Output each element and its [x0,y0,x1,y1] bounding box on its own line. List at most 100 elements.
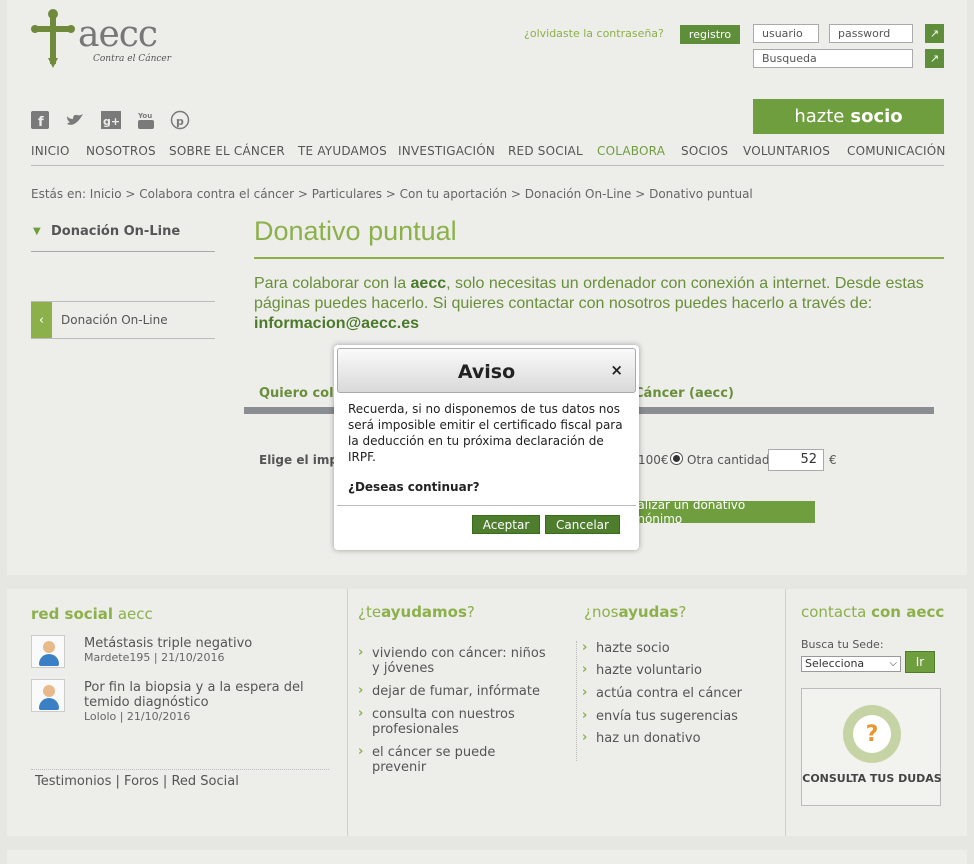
dotted-divider [31,769,329,770]
list-item[interactable]: actúa contra el cáncer [582,685,742,701]
googleplus-icon[interactable]: g+ [101,110,121,130]
login-go-button[interactable]: ↗ [925,24,944,43]
nav-socios[interactable]: SOCIOS [681,144,728,158]
facebook-icon[interactable]: f [31,110,49,130]
list-item[interactable]: haz un donativo [582,730,701,746]
red-social-links[interactable]: Testimonios | Foros | Red Social [35,774,239,789]
nos-ayudas-pre: ¿nos [584,603,619,621]
nav-te-ayudamos[interactable]: TE AYUDAMOS [298,144,387,158]
socio-label: socio [850,106,903,127]
red-social-head-bold: red social [31,605,114,623]
dialog-title: Aviso [457,360,516,383]
question-icon: ? [843,705,901,763]
logo-subtitle: Contra el Cáncer [93,54,172,64]
youtube-icon[interactable]: You [137,110,155,130]
intro-pre: Para colaborar con la [254,275,411,292]
footer-divider [785,589,786,836]
nav-investigacion[interactable]: INVESTIGACIÓN [398,144,495,158]
svg-text:g+: g+ [103,115,120,128]
avatar [31,635,65,668]
svg-text:You: You [137,112,152,120]
sede-select-value: Selecciona [805,657,865,670]
triangle-down-icon: ▼ [33,226,41,237]
dialog-question: ¿Deseas continuar? [348,480,480,494]
elige-label: Elige el imp [259,453,338,467]
chevron-left-icon: ‹ [31,302,52,338]
post-title[interactable]: Metástasis triple negativo [84,636,252,651]
hazte-socio-button[interactable]: hazte socio [753,99,944,134]
accept-button[interactable]: Aceptar [472,515,540,534]
list-item[interactable]: envía tus sugerencias [582,708,738,724]
list-item[interactable]: hazte voluntario [582,662,702,678]
importe-100-label: 100€ [638,453,669,467]
nav-red-social[interactable]: RED SOCIAL [508,144,583,158]
twitter-icon[interactable] [64,110,86,130]
contacta-heading: contacta con aecc [801,603,944,621]
bottom-strip [7,850,967,864]
nav-nosotros[interactable]: NOSOTROS [86,144,156,158]
red-social-heading: red social aecc [31,605,153,623]
nav-colabora[interactable]: COLABORA [597,144,665,158]
register-button[interactable]: registro [680,25,740,44]
nav-comunicacion[interactable]: COMUNICACIÓN [847,144,946,158]
dialog-divider [337,505,636,506]
hazte-label: hazte [794,106,845,127]
nav-sobre-el-cancer[interactable]: SOBRE EL CÁNCER [169,144,285,158]
footer-dotted-divider [576,641,577,761]
cancel-button[interactable]: Cancelar [545,515,620,534]
otra-cantidad-radio[interactable] [670,452,683,465]
title-divider [254,257,944,259]
list-item[interactable]: dejar de fumar, infórmate [358,683,548,699]
logo-text: aecc [78,14,158,55]
quiero-heading-right: Cáncer (aecc) [634,386,734,401]
sidebar-item-donacion[interactable]: ‹ Donación On-Line [31,301,215,339]
question-glyph: ? [853,715,891,753]
password-field[interactable]: password [829,24,913,43]
nos-ayudas-heading: ¿nosayudas? [584,603,686,621]
currency-label: € [829,453,837,467]
consulta-dudas-label: CONSULTA TUS DUDAS [802,772,942,785]
search-input[interactable]: Busqueda [753,49,913,68]
list-item[interactable]: el cáncer se puede prevenir [358,744,548,775]
email-link[interactable]: informacion@aecc.es [254,315,419,332]
te-ayudamos-heading: ¿teayudamos? [358,603,475,621]
sidebar-title[interactable]: ▼ Donación On-Line [31,224,215,252]
username-field[interactable]: usuario [753,24,819,43]
intro-bold: aecc [410,275,447,292]
list-item[interactable]: consulta con nuestros profesionales [358,706,548,737]
consulta-dudas-box[interactable]: ? CONSULTA TUS DUDAS [801,688,942,806]
sidebar-title-label: Donación On-Line [51,224,181,239]
nos-ayudas-bold: ayudas [618,603,679,621]
contacta-bold: con aecc [871,603,945,621]
list-item[interactable]: hazte socio [582,640,670,656]
list-item[interactable]: viviendo con cáncer: niños y jóvenes [358,645,548,676]
te-ayudamos-post: ? [466,603,475,621]
page-title: Donativo puntual [254,216,457,246]
otra-cantidad-label: Otra cantidad [687,453,770,467]
sidebar-item-label: Donación On-Line [61,313,168,327]
forgot-password-link[interactable]: ¿olvidaste la contraseña? [524,27,664,40]
close-icon[interactable]: × [610,361,623,379]
ir-button[interactable]: Ir [905,651,935,673]
anonymous-donation-button[interactable]: ealizar un donativo anónimo [630,498,815,526]
red-social-head-small: aecc [117,605,153,623]
contacta-pre: contacta [801,603,867,621]
footer-divider [347,589,348,836]
post-meta: Mardete195 | 21/10/2016 [84,651,225,664]
sede-select[interactable]: Selecciona ⌵ [801,656,901,672]
breadcrumb: Estás en: Inicio > Colabora contra el cá… [31,187,753,201]
dialog-message: Recuerda, si no disponemos de tus datos … [348,402,623,464]
post-title[interactable]: Por fin la biopsia y a la espera del tem… [84,680,314,710]
te-ayudamos-bold: ayudamos [381,603,467,621]
cross-icon [31,9,75,68]
nos-ayudas-post: ? [678,603,687,621]
nav-voluntarios[interactable]: VOLUNTARIOS [743,144,830,158]
intro-text: Para colaborar con la aecc, solo necesit… [254,274,934,334]
te-ayudamos-pre: ¿te [358,603,382,621]
search-go-button[interactable]: ↗ [925,49,944,68]
nav-inicio[interactable]: INICIO [31,144,70,158]
chevron-down-icon: ⌵ [889,658,897,669]
post-meta: Lololo | 21/10/2016 [84,710,191,723]
amount-input[interactable]: 52 [768,449,824,471]
pinterest-icon[interactable]: p [170,110,190,130]
